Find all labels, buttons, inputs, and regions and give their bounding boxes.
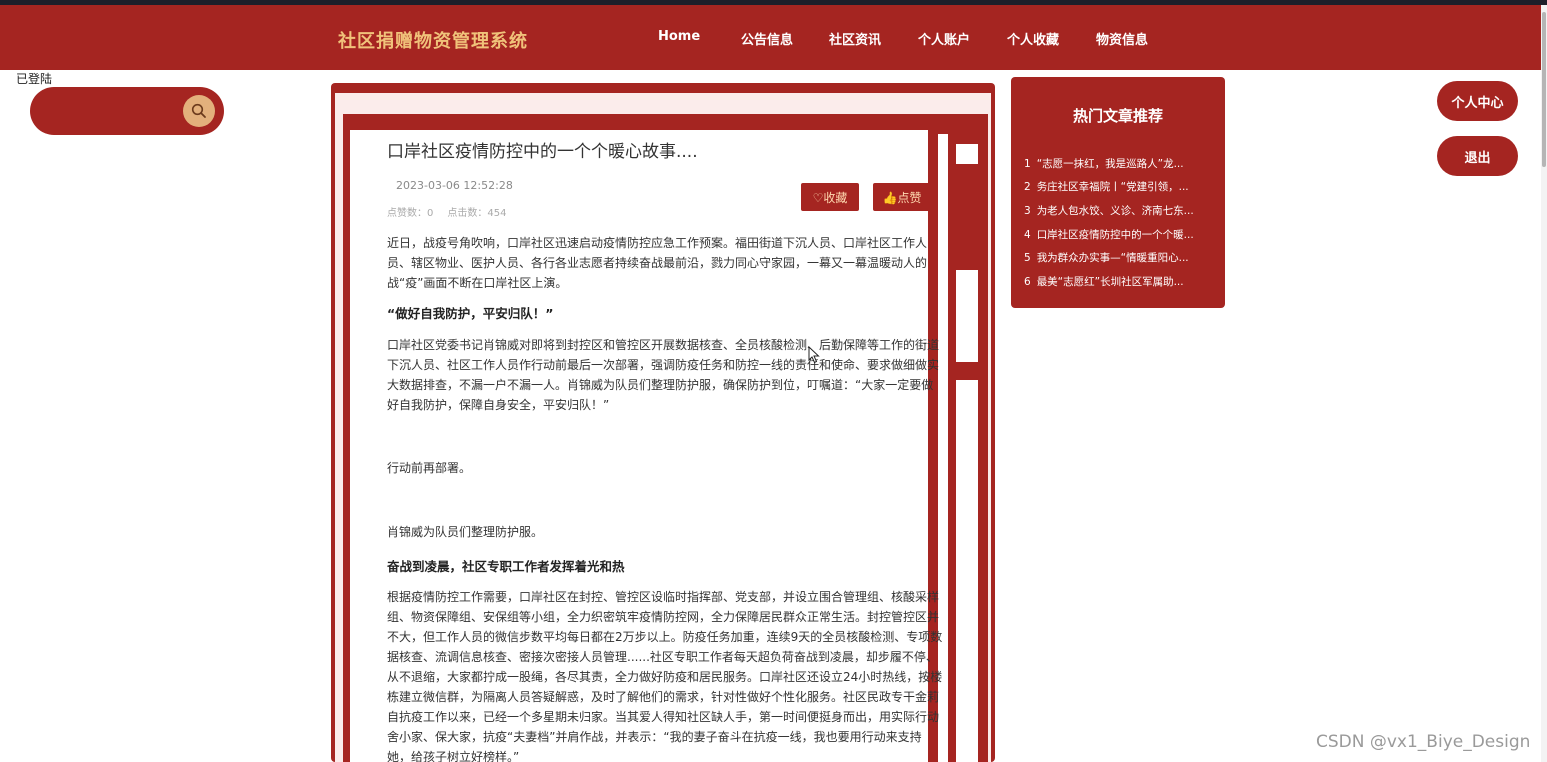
article-date: 2023-03-06 12:52:28 bbox=[396, 179, 513, 192]
nav-announcements[interactable]: 公告信息 bbox=[741, 29, 793, 48]
search-box bbox=[30, 87, 224, 135]
hot-article-item[interactable]: 1 “志愿一抹红，我是巡路人”龙... bbox=[1024, 156, 1214, 171]
article-title: 口岸社区疫情防控中的一个个暖心故事.... bbox=[387, 142, 698, 162]
frame-stripe bbox=[956, 144, 978, 164]
scrollbar-thumb[interactable] bbox=[1542, 12, 1546, 167]
nav-supplies-info[interactable]: 物资信息 bbox=[1096, 29, 1148, 48]
hot-articles-title: 热门文章推荐 bbox=[1072, 107, 1163, 125]
nav-home[interactable]: Home bbox=[658, 29, 700, 44]
search-icon bbox=[191, 103, 206, 118]
article-paragraph: 近日，战疫号角吹响，口岸社区迅速启动疫情防控应急工作预案。福田街道下沉人员、口岸… bbox=[387, 236, 928, 290]
frame-stripe bbox=[956, 380, 978, 762]
click-count: 点击数：454 bbox=[447, 208, 507, 219]
hot-article-item[interactable]: 6 最美“志愿红”长圳社区军属助... bbox=[1024, 274, 1214, 289]
hot-articles-panel: 热门文章推荐 1 “志愿一抹红，我是巡路人”龙... 2 务庄社区幸福院丨“党建引领… bbox=[1011, 77, 1225, 308]
login-status-label: 已登陆 bbox=[16, 72, 53, 86]
nav-my-favorites[interactable]: 个人收藏 bbox=[1007, 29, 1059, 48]
hot-article-item[interactable]: 2 务庄社区幸福院丨“党建引领，... bbox=[1024, 179, 1214, 194]
favorite-button[interactable]: ♡收藏 bbox=[801, 183, 859, 211]
hot-article-item[interactable]: 4 口岸社区疫情防控中的一个个暖... bbox=[1024, 227, 1214, 242]
search-button[interactable] bbox=[183, 95, 215, 127]
article-paragraph: 根据疫情防控工作需要，口岸社区在封控、管控区设临时指挥部、党支部，并设立围合管理… bbox=[387, 590, 943, 762]
hot-article-item[interactable]: 5 我为群众办实事—“情暖重阳心... bbox=[1024, 250, 1214, 265]
article-subheading: 奋战到凌晨，社区专职工作者发挥着光和热 bbox=[387, 559, 625, 574]
hot-article-item[interactable]: 3 为老人包水饺、义诊、济南七东... bbox=[1024, 203, 1214, 218]
article-paragraph: 口岸社区党委书记肖锦威对即将到封控区和管控区开展数据核查、全员核酸检测、后勤保障… bbox=[387, 338, 940, 412]
watermark: CSDN @vx1_Biye_Design bbox=[1316, 732, 1531, 752]
logout-button[interactable]: 退出 bbox=[1437, 136, 1518, 176]
article-meta: 点赞数：0 点击数：454 bbox=[387, 204, 506, 219]
article-paragraph: 行动前再部署。 bbox=[387, 461, 472, 475]
article-paragraph: 肖锦威为队员们整理防护服。 bbox=[387, 525, 544, 539]
frame-stripe bbox=[956, 270, 978, 362]
site-title[interactable]: 社区捐赠物资管理系统 bbox=[338, 27, 528, 53]
article-subheading: “做好自我防护，平安归队！” bbox=[387, 306, 554, 321]
mouse-cursor-icon bbox=[808, 346, 820, 364]
personal-center-button[interactable]: 个人中心 bbox=[1437, 81, 1518, 121]
nav-community-news[interactable]: 社区资讯 bbox=[829, 29, 881, 48]
top-navbar: 社区捐赠物资管理系统 Home 公告信息 社区资讯 个人账户 个人收藏 物资信息 bbox=[0, 5, 1547, 70]
like-button[interactable]: 👍点赞 bbox=[873, 183, 931, 211]
search-input[interactable] bbox=[48, 99, 192, 125]
like-count: 点赞数：0 bbox=[387, 208, 434, 219]
nav-personal-account[interactable]: 个人账户 bbox=[918, 29, 970, 48]
